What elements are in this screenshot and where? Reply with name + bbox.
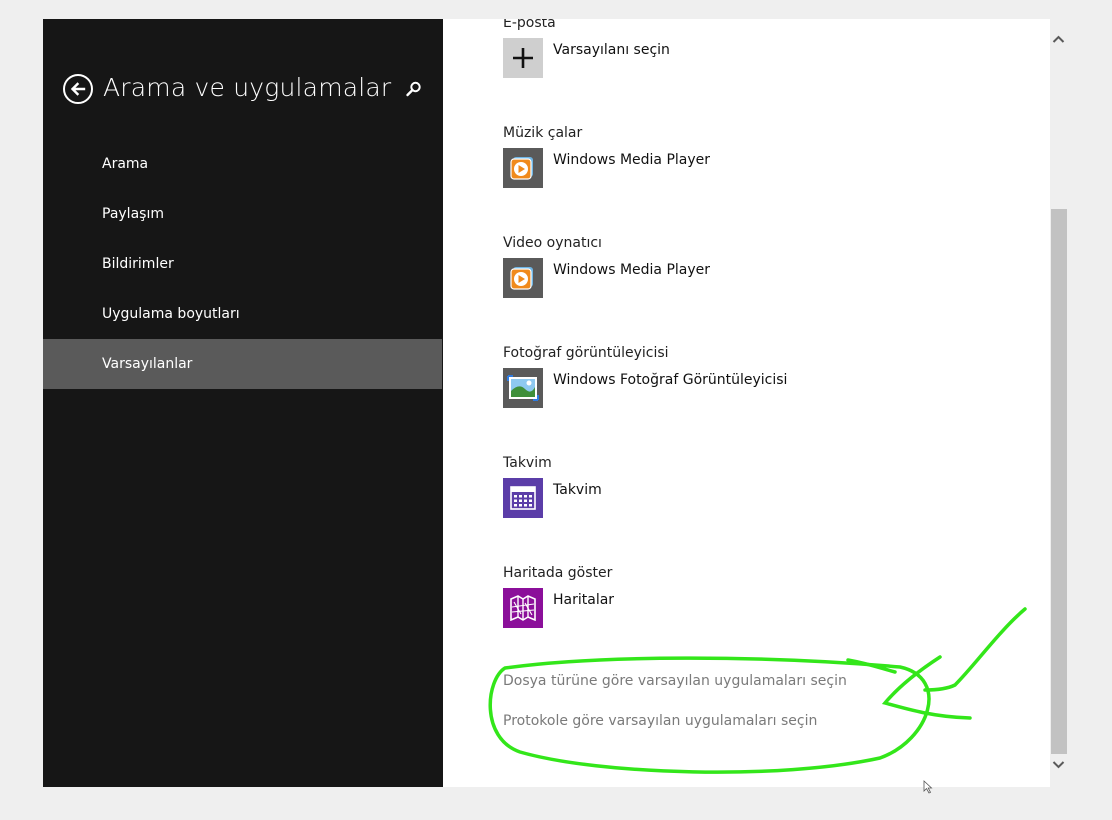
windows-media-player-icon (503, 148, 543, 188)
default-label: Fotoğraf görüntüleyicisi (503, 345, 669, 361)
search-icon[interactable] (405, 80, 423, 98)
default-app-name: Varsayılanı seçin (553, 42, 670, 58)
sidebar-item-varsayilanlar[interactable]: Varsayılanlar (43, 339, 442, 389)
default-label: Video oynatıcı (503, 235, 602, 251)
back-arrow-icon[interactable] (63, 74, 93, 104)
scroll-thumb[interactable] (1051, 209, 1067, 754)
sidebar-item-uygulama-boyutlari[interactable]: Uygulama boyutları (43, 289, 442, 339)
sidebar-nav: Arama Paylaşım Bildirimler Uygulama boyu… (43, 139, 442, 389)
choose-by-file-type-link[interactable]: Dosya türüne göre varsayılan uygulamalar… (503, 673, 847, 689)
default-label: Takvim (503, 455, 552, 471)
mouse-cursor-icon (923, 780, 933, 794)
photo-viewer-icon (503, 368, 543, 408)
windows-media-player-icon (503, 258, 543, 298)
sidebar-item-paylasim[interactable]: Paylaşım (43, 189, 442, 239)
calendar-icon (503, 478, 543, 518)
choose-by-protocol-link[interactable]: Protokole göre varsayılan uygulamaları s… (503, 713, 817, 729)
default-app-calendar-button[interactable]: Takvim (503, 478, 1023, 520)
default-label: Müzik çalar (503, 125, 583, 141)
default-app-video-button[interactable]: Windows Media Player (503, 258, 1023, 300)
default-app-email-button[interactable]: Varsayılanı seçin (503, 38, 1023, 80)
sidebar-item-bildirimler[interactable]: Bildirimler (43, 239, 442, 289)
default-app-name: Haritalar (553, 592, 615, 608)
default-app-name: Windows Fotoğraf Görüntüleyicisi (553, 372, 788, 388)
default-app-name: Windows Media Player (553, 262, 711, 278)
scroll-up-icon[interactable] (1050, 31, 1067, 48)
sidebar: Arama ve uygulamalar Arama Paylaşım Bild… (43, 19, 443, 787)
default-app-name: Windows Media Player (553, 152, 711, 168)
maps-icon (503, 588, 543, 628)
default-label: Haritada göster (503, 565, 613, 581)
default-app-music-button[interactable]: Windows Media Player (503, 148, 1023, 190)
default-group-video: Video oynatıcı Windows Media Player (503, 233, 1023, 298)
scroll-down-icon[interactable] (1050, 756, 1067, 773)
default-group-calendar: Takvim Takvim (503, 453, 1023, 518)
default-label: E-posta (503, 19, 556, 31)
page-title: Arama ve uygulamalar (103, 73, 392, 102)
sidebar-item-arama[interactable]: Arama (43, 139, 442, 189)
default-app-photo-button[interactable]: Windows Fotoğraf Görüntüleyicisi (503, 368, 1023, 410)
default-group-email: E-posta Varsayılanı seçin (503, 19, 1023, 78)
vertical-scrollbar[interactable] (1050, 19, 1067, 787)
plus-icon (503, 38, 543, 78)
default-group-photo: Fotoğraf görüntüleyicisi Windows Fotoğra… (503, 343, 1023, 408)
settings-window: Arama ve uygulamalar Arama Paylaşım Bild… (43, 19, 1050, 787)
default-group-maps: Haritada göster Haritalar (503, 563, 1023, 628)
default-app-maps-button[interactable]: Haritalar (503, 588, 1023, 630)
defaults-panel: E-posta Varsayılanı seçin Müzik çalar Wi… (503, 19, 1023, 787)
default-group-music: Müzik çalar Windows Media Player (503, 123, 1023, 188)
default-app-name: Takvim (553, 482, 602, 498)
